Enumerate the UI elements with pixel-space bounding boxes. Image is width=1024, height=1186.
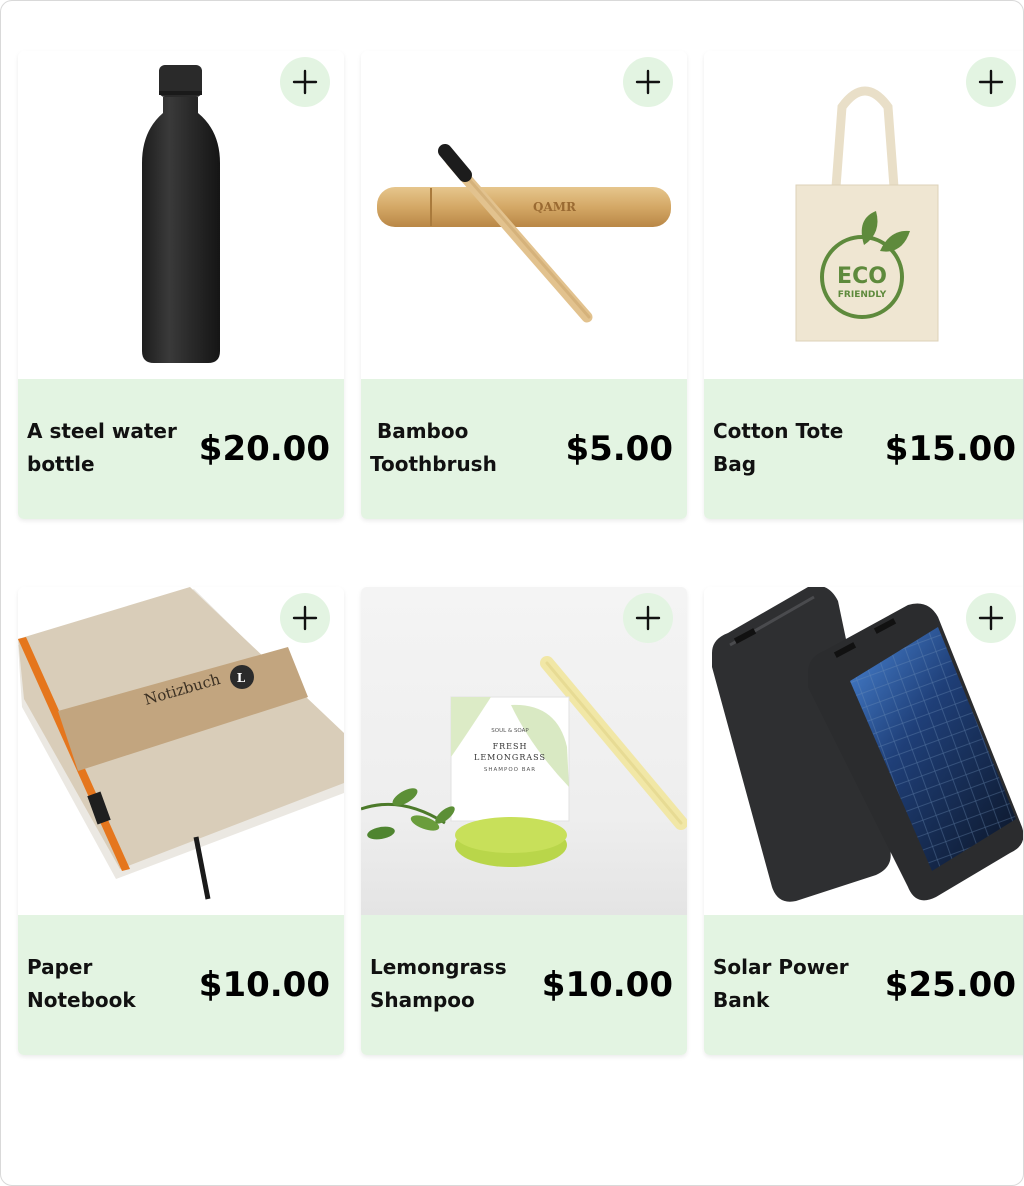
product-info: A steel water bottle $20.00 <box>18 379 344 519</box>
plus-icon <box>635 69 661 95</box>
svg-text:SOUL & SOAP: SOUL & SOAP <box>491 728 529 734</box>
svg-text:SHAMPOO BAR: SHAMPOO BAR <box>484 767 536 773</box>
plus-icon <box>292 605 318 631</box>
product-card-steel-water-bottle[interactable]: A steel water bottle $20.00 <box>18 51 344 519</box>
product-card-bamboo-toothbrush[interactable]: QAMR Bamboo Toothbrush $5.00 <box>361 51 687 519</box>
plus-icon <box>978 605 1004 631</box>
plus-icon <box>635 605 661 631</box>
product-info: Solar Power Bank $25.00 <box>704 915 1023 1055</box>
product-name: Lemongrass Shampoo <box>370 955 514 1012</box>
product-card-lemongrass-shampoo[interactable]: SOUL & SOAP FRESH LEMONGRASS SHAMPOO BAR… <box>361 587 687 1055</box>
product-card-cotton-tote-bag[interactable]: ECO FRIENDLY Cotton Tote Bag $15.00 <box>704 51 1023 519</box>
product-price: $5.00 <box>565 429 673 469</box>
svg-text:ECO: ECO <box>837 264 887 289</box>
product-price: $10.00 <box>541 965 673 1005</box>
product-name: Solar Power Bank <box>713 955 856 1012</box>
product-image-cotton-tote-bag[interactable]: ECO FRIENDLY <box>704 51 1023 379</box>
product-name: Paper Notebook <box>27 955 136 1012</box>
product-image-steel-water-bottle[interactable] <box>18 51 344 379</box>
product-image-paper-notebook[interactable]: L Notizbuch <box>18 587 344 915</box>
product-card-paper-notebook[interactable]: L Notizbuch Paper Notebook $10.00 <box>18 587 344 1055</box>
product-card-solar-power-bank[interactable]: Solar Power Bank $25.00 <box>704 587 1023 1055</box>
svg-text:FRESH: FRESH <box>493 742 528 751</box>
product-name: A steel water bottle <box>27 419 184 476</box>
product-info: Lemongrass Shampoo $10.00 <box>361 915 687 1055</box>
product-image-bamboo-toothbrush[interactable]: QAMR <box>361 51 687 379</box>
product-info: Bamboo Toothbrush $5.00 <box>361 379 687 519</box>
add-to-cart-button[interactable] <box>623 593 673 643</box>
product-price: $10.00 <box>198 965 330 1005</box>
svg-text:QAMR: QAMR <box>533 200 577 214</box>
plus-icon <box>978 69 1004 95</box>
svg-text:FRIENDLY: FRIENDLY <box>838 290 887 300</box>
product-price: $15.00 <box>884 429 1016 469</box>
add-to-cart-button[interactable] <box>623 57 673 107</box>
svg-text:L: L <box>237 671 246 685</box>
product-grid: A steel water bottle $20.00 QAMR Bamboo … <box>0 0 1024 1186</box>
add-to-cart-button[interactable] <box>966 57 1016 107</box>
product-info: Paper Notebook $10.00 <box>18 915 344 1055</box>
product-image-lemongrass-shampoo[interactable]: SOUL & SOAP FRESH LEMONGRASS SHAMPOO BAR <box>361 587 687 915</box>
svg-text:LEMONGRASS: LEMONGRASS <box>474 753 546 762</box>
product-image-solar-power-bank[interactable] <box>704 587 1023 915</box>
product-name: Bamboo Toothbrush <box>370 419 497 476</box>
product-price: $25.00 <box>884 965 1016 1005</box>
add-to-cart-button[interactable] <box>280 593 330 643</box>
product-name: Cotton Tote Bag <box>713 419 851 476</box>
product-info: Cotton Tote Bag $15.00 <box>704 379 1023 519</box>
plus-icon <box>292 69 318 95</box>
add-to-cart-button[interactable] <box>280 57 330 107</box>
add-to-cart-button[interactable] <box>966 593 1016 643</box>
product-price: $20.00 <box>198 429 330 469</box>
